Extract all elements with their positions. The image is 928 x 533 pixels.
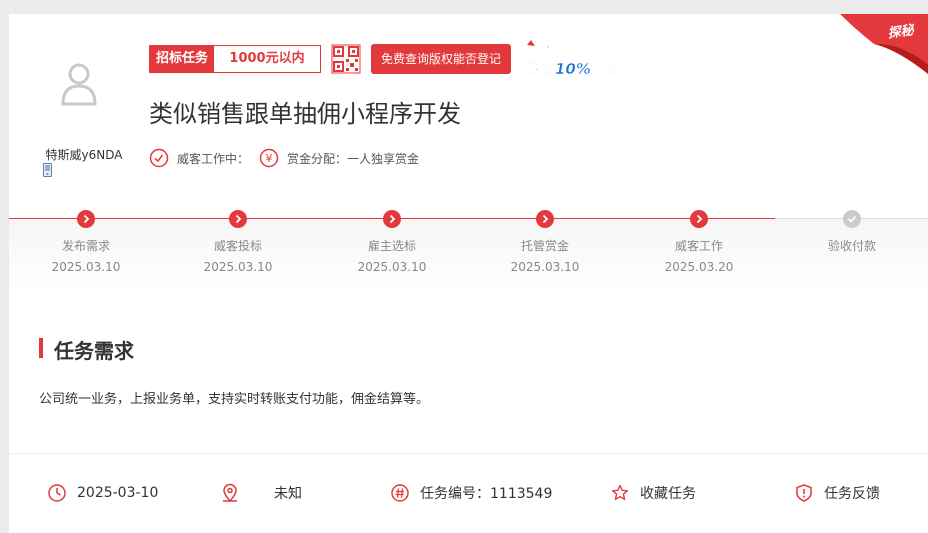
step-date: 2025.03.20 (664, 260, 734, 274)
step-label: 雇主选标 (367, 239, 416, 253)
step-date: 2025.03.10 (203, 260, 273, 274)
location: 未知 (220, 479, 302, 507)
requirement-text: 公司统一业务，上报业务单，支持实时转账支付功能，佣金结算等。 (39, 392, 430, 407)
step-pending-icon (843, 210, 861, 228)
step-done-icon (690, 210, 708, 228)
yen-icon: ¥ (259, 148, 279, 168)
progress-step: 托管赏金 2025.03.10 (485, 210, 605, 274)
task-feedback[interactable]: 任务反馈 (794, 479, 880, 507)
step-done-icon (536, 210, 554, 228)
progress-step: 雇主选标 2025.03.10 (332, 210, 452, 274)
copyright-check-button[interactable]: 免费查询版权能否登记 (371, 44, 512, 74)
task-card: 特斯威y6NDA 招标任务 1000元以内 免费查询版权能否登记 推荐任务 享受… (9, 14, 928, 533)
progress-step: 验收付款 (792, 210, 912, 260)
step-date: 2025.03.10 (357, 260, 427, 274)
location-text: 未知 (274, 486, 302, 502)
location-pin-icon (223, 483, 237, 503)
check-circle-icon (149, 148, 169, 168)
tag-row: 招标任务 1000元以内 免费查询版权能否登记 推荐任务 享受10%佣金 (149, 40, 643, 78)
shield-alert-icon[interactable] (794, 483, 814, 503)
favorite-task[interactable]: 收藏任务 (610, 479, 696, 507)
publish-date-text: 2025-03-10 (77, 485, 159, 501)
step-date: 2025.03.10 (510, 260, 580, 274)
feedback-text[interactable]: 任务反馈 (824, 483, 880, 503)
progress-step: 威客投标 2025.03.10 (178, 210, 298, 274)
promo-line2: 享受10%佣金 (525, 60, 624, 78)
divider (9, 453, 928, 454)
clock-icon (48, 484, 66, 502)
task-footer: 2025-03-10 未知 任务编号：1113549 收藏任务 任务反馈 (9, 479, 928, 507)
task-number-text: 任务编号：1113549 (420, 486, 553, 502)
step-done-icon (383, 210, 401, 228)
svg-text:¥: ¥ (266, 152, 273, 165)
task-status: 威客工作中： (149, 148, 249, 168)
phone-verified-icon (43, 163, 52, 177)
progress-step: 威客工作 2025.03.20 (639, 210, 759, 274)
reward-info: ¥ 赏金分配：一人独享赏金 (259, 148, 419, 168)
step-label: 威客工作 (674, 239, 723, 253)
step-label: 托管赏金 (520, 239, 569, 253)
task-number: 任务编号：1113549 (390, 479, 552, 507)
promo-line1: 推荐任务 (539, 41, 601, 59)
section-title: 任务需求 (54, 339, 134, 363)
promo-banner[interactable]: 推荐任务 享受10%佣金 (523, 39, 643, 79)
step-date: 2025.03.10 (51, 260, 121, 274)
bid-tag: 招标任务 1000元以内 (149, 45, 322, 73)
task-status-text: 威客工作中： (177, 151, 250, 166)
task-meta: 威客工作中： ¥ 赏金分配：一人独享赏金 (149, 148, 429, 168)
step-label: 威客投标 (213, 239, 262, 253)
user-name[interactable]: 特斯威y6NDA (39, 146, 129, 163)
favorite-text[interactable]: 收藏任务 (640, 483, 696, 503)
reward-text: 赏金分配：一人独享赏金 (287, 151, 420, 166)
step-done-icon (229, 210, 247, 228)
budget-value: 1000元以内 (229, 51, 305, 66)
step-label: 发布需求 (61, 239, 110, 253)
progress-step: 发布需求 2025.03.10 (26, 210, 146, 274)
step-done-icon (77, 210, 95, 228)
qr-code-icon[interactable] (331, 44, 361, 74)
progress-background (9, 219, 928, 294)
hash-icon (391, 484, 409, 502)
explore-corner-badge[interactable]: 探秘 (840, 14, 928, 74)
step-label: 验收付款 (827, 239, 876, 253)
section-accent-bar (39, 338, 43, 358)
task-title: 类似销售跟单抽佣小程序开发 (149, 100, 461, 128)
user-avatar-icon[interactable] (59, 62, 99, 106)
publish-date: 2025-03-10 (47, 479, 158, 507)
bid-type-label: 招标任务 (150, 46, 215, 72)
star-icon[interactable] (610, 483, 630, 503)
